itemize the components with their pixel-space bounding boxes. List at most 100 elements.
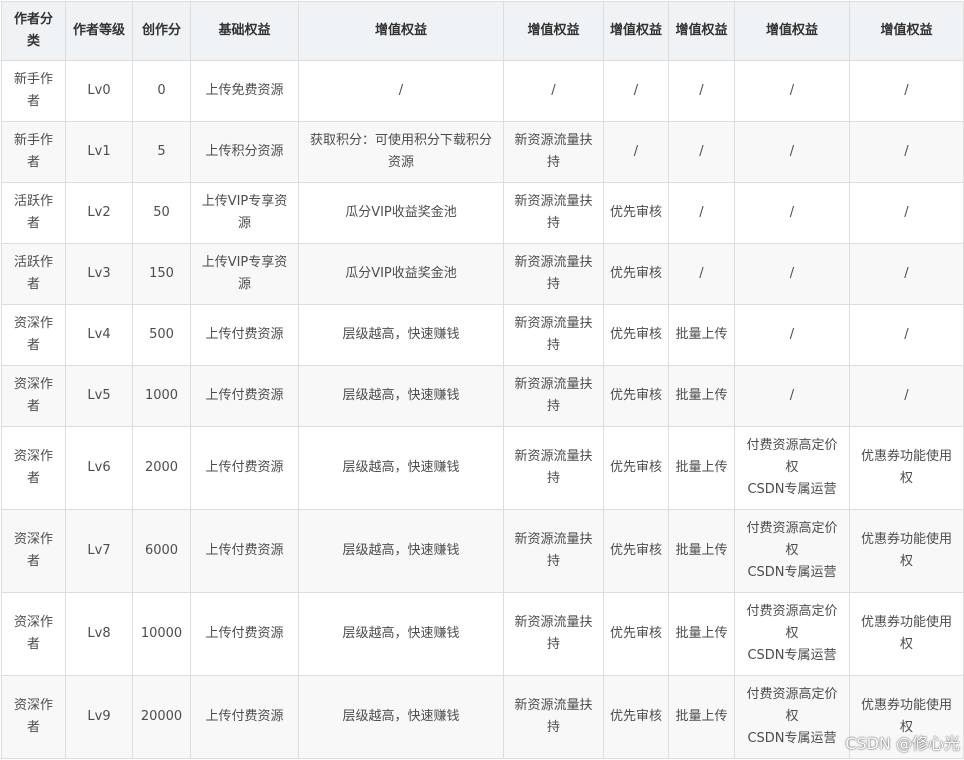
header-value-added-3: 增值权益 <box>603 1 669 61</box>
benefit-line: / <box>789 388 795 403</box>
basic-benefit-cell: 上传付费资源 <box>190 304 299 366</box>
author-level-cell: Lv4 <box>65 304 133 366</box>
value-added-5-cell: 付费资源高定价权 CSDN专属运营 <box>734 426 850 510</box>
value-added-2-cell: 新资源流量扶持 <box>503 509 604 593</box>
value-added-2-cell: 新资源流量扶持 <box>503 182 604 244</box>
author-level-cell: Lv9 <box>65 675 133 759</box>
author-level-cell: Lv0 <box>65 60 133 122</box>
value-added-5-cell: / <box>734 182 850 244</box>
value-added-5-cell: 付费资源高定价权 CSDN专属运营 <box>734 592 850 676</box>
value-added-1-cell: / <box>298 60 504 122</box>
value-added-6-cell: / <box>849 243 964 305</box>
author-category-cell: 新手作者 <box>1 60 66 122</box>
author-level-cell: Lv7 <box>65 509 133 593</box>
value-added-4-cell: / <box>668 243 735 305</box>
benefit-line: 付费资源高定价权 <box>746 438 838 475</box>
benefit-line: / <box>789 327 795 342</box>
benefit-line: CSDN专属运营 <box>747 731 837 746</box>
author-level-cell: Lv2 <box>65 182 133 244</box>
value-added-4-cell: / <box>668 182 735 244</box>
table-row: 新手作者 Lv1 5 上传积分资源 获取积分：可使用积分下载积分资源 新资源流量扶持 / / /… <box>1 121 964 183</box>
author-category-cell: 资深作者 <box>1 509 66 593</box>
value-added-4-cell: 批量上传 <box>668 426 735 510</box>
value-added-2-cell: 新资源流量扶持 <box>503 592 604 676</box>
table-row: 资深作者 Lv7 6000 上传付费资源 层级越高，快速赚钱 新资源流量扶持 优先审核 批量上… <box>1 509 964 593</box>
author-category-cell: 资深作者 <box>1 675 66 759</box>
value-added-3-cell: / <box>603 121 669 183</box>
benefit-line: 付费资源高定价权 <box>746 604 838 641</box>
header-value-added-5: 增值权益 <box>734 1 850 61</box>
basic-benefit-cell: 上传VIP专享资源 <box>190 182 299 244</box>
creation-score-cell: 5 <box>132 121 191 183</box>
value-added-4-cell: / <box>668 121 735 183</box>
value-added-4-cell: 批量上传 <box>668 365 735 427</box>
basic-benefit-cell: 上传付费资源 <box>190 365 299 427</box>
value-added-6-cell: / <box>849 365 964 427</box>
value-added-6-cell: / <box>849 60 964 122</box>
author-category-cell: 资深作者 <box>1 304 66 366</box>
value-added-3-cell: 优先审核 <box>603 592 669 676</box>
value-added-4-cell: 批量上传 <box>668 304 735 366</box>
value-added-2-cell: / <box>503 60 604 122</box>
author-level-cell: Lv8 <box>65 592 133 676</box>
author-level-cell: Lv3 <box>65 243 133 305</box>
value-added-5-cell: / <box>734 365 850 427</box>
value-added-6-cell: 优惠券功能使用权 <box>849 509 964 593</box>
creation-score-cell: 20000 <box>132 675 191 759</box>
author-category-cell: 资深作者 <box>1 592 66 676</box>
benefit-line: CSDN专属运营 <box>747 482 837 497</box>
table-row: 资深作者 Lv9 20000 上传付费资源 层级越高，快速赚钱 新资源流量扶持 优先审核 批量… <box>1 675 964 759</box>
value-added-5-cell: / <box>734 60 850 122</box>
author-category-cell: 活跃作者 <box>1 182 66 244</box>
creation-score-cell: 150 <box>132 243 191 305</box>
value-added-1-cell: 瓜分VIP收益奖金池 <box>298 182 504 244</box>
author-category-cell: 资深作者 <box>1 365 66 427</box>
value-added-1-cell: 瓜分VIP收益奖金池 <box>298 243 504 305</box>
benefit-line: / <box>789 83 795 98</box>
benefit-line: 付费资源高定价权 <box>746 687 838 724</box>
header-basic-benefits: 基础权益 <box>190 1 299 61</box>
value-added-2-cell: 新资源流量扶持 <box>503 121 604 183</box>
creation-score-cell: 0 <box>132 60 191 122</box>
table-row: 资深作者 Lv8 10000 上传付费资源 层级越高，快速赚钱 新资源流量扶持 优先审核 批量… <box>1 592 964 676</box>
creation-score-cell: 10000 <box>132 592 191 676</box>
basic-benefit-cell: 上传付费资源 <box>190 509 299 593</box>
value-added-1-cell: 层级越高，快速赚钱 <box>298 675 504 759</box>
basic-benefit-cell: 上传付费资源 <box>190 675 299 759</box>
value-added-3-cell: 优先审核 <box>603 509 669 593</box>
header-author-level: 作者等级 <box>65 1 133 61</box>
csdn-watermark: CSDN @修心光 <box>845 734 960 753</box>
value-added-3-cell: 优先审核 <box>603 304 669 366</box>
header-value-added-4: 增值权益 <box>668 1 735 61</box>
basic-benefit-cell: 上传积分资源 <box>190 121 299 183</box>
header-creation-score: 创作分 <box>132 1 191 61</box>
header-row: 作者分类 作者等级 创作分 基础权益 增值权益 增值权益 增值权益 增值权益 增… <box>1 1 964 61</box>
table-row: 活跃作者 Lv3 150 上传VIP专享资源 瓜分VIP收益奖金池 新资源流量扶持 优先审核… <box>1 243 964 305</box>
author-level-cell: Lv5 <box>65 365 133 427</box>
basic-benefit-cell: 上传付费资源 <box>190 592 299 676</box>
creation-score-cell: 6000 <box>132 509 191 593</box>
value-added-6-cell: / <box>849 304 964 366</box>
creation-score-cell: 1000 <box>132 365 191 427</box>
value-added-6-cell: 优惠券功能使用权 <box>849 592 964 676</box>
table-row: 资深作者 Lv6 2000 上传付费资源 层级越高，快速赚钱 新资源流量扶持 优先审核 批量上… <box>1 426 964 510</box>
creation-score-cell: 50 <box>132 182 191 244</box>
header-value-added-6: 增值权益 <box>849 1 964 61</box>
header-value-added-2: 增值权益 <box>503 1 604 61</box>
creation-score-cell: 2000 <box>132 426 191 510</box>
value-added-5-cell: / <box>734 304 850 366</box>
value-added-1-cell: 层级越高，快速赚钱 <box>298 365 504 427</box>
basic-benefit-cell: 上传免费资源 <box>190 60 299 122</box>
value-added-6-cell: / <box>849 182 964 244</box>
value-added-3-cell: 优先审核 <box>603 365 669 427</box>
table-body: 新手作者 Lv0 0 上传免费资源 / / / / / / 新手作者 Lv1 5 上传积分资源 获取积分：可… <box>1 60 964 759</box>
value-added-2-cell: 新资源流量扶持 <box>503 243 604 305</box>
benefit-line: / <box>789 205 795 220</box>
value-added-2-cell: 新资源流量扶持 <box>503 365 604 427</box>
author-category-cell: 活跃作者 <box>1 243 66 305</box>
benefit-line: CSDN专属运营 <box>747 648 837 663</box>
benefit-line: CSDN专属运营 <box>747 565 837 580</box>
basic-benefit-cell: 上传付费资源 <box>190 426 299 510</box>
value-added-6-cell: 优惠券功能使用权 <box>849 426 964 510</box>
value-added-5-cell: 付费资源高定价权 CSDN专属运营 <box>734 509 850 593</box>
